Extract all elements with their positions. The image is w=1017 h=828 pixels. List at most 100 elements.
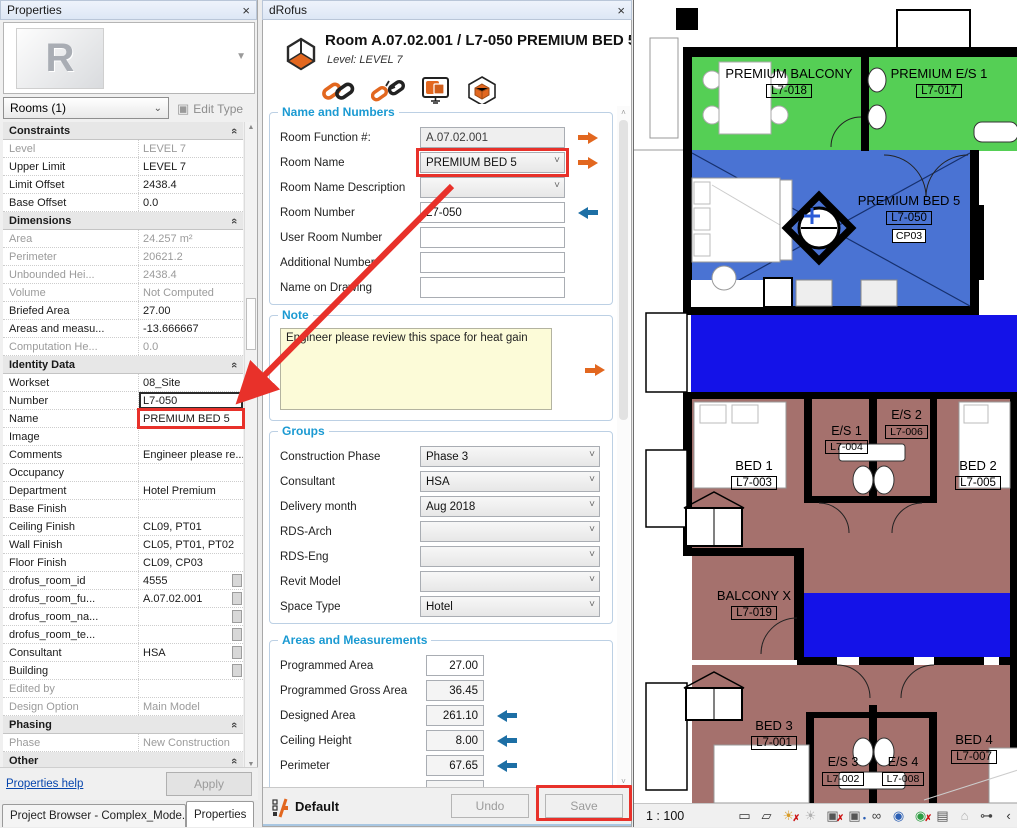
unlink-room-icon[interactable] bbox=[371, 78, 405, 104]
properties-scrollbar[interactable]: ▲ ▼ bbox=[244, 122, 257, 770]
property-row[interactable]: Identity Data bbox=[3, 356, 243, 374]
field-input[interactable]: PREMIUM BED 5 bbox=[420, 152, 565, 173]
property-row[interactable]: Phasing bbox=[3, 716, 243, 734]
property-value[interactable]: LEVEL 7 bbox=[139, 140, 243, 157]
shadows-icon[interactable]: ☀ bbox=[801, 806, 820, 825]
field-dropdown[interactable]: HSA bbox=[420, 471, 600, 492]
apply-button[interactable]: Apply bbox=[166, 772, 252, 796]
detail-level-icon[interactable]: ▭ bbox=[735, 806, 754, 825]
property-value[interactable]: 20621.2 bbox=[139, 248, 243, 265]
field-input[interactable]: 67.65 bbox=[426, 755, 484, 776]
property-row[interactable]: Level LEVEL 7 bbox=[3, 140, 243, 158]
property-value[interactable] bbox=[139, 428, 243, 445]
property-row-button[interactable] bbox=[232, 592, 242, 605]
sync-arrow-icon[interactable] bbox=[496, 710, 518, 722]
field-input[interactable] bbox=[420, 177, 565, 198]
property-value[interactable]: Engineer please re... bbox=[139, 446, 243, 463]
sync-arrow-icon[interactable] bbox=[584, 364, 606, 376]
property-row[interactable]: Volume Not Computed bbox=[3, 284, 243, 302]
field-input[interactable]: L7-050 bbox=[420, 202, 565, 223]
property-value[interactable]: 24.257 m² bbox=[139, 230, 243, 247]
field-input[interactable]: 8.00 bbox=[426, 730, 484, 751]
property-value[interactable] bbox=[139, 464, 243, 481]
property-value[interactable]: 2438.4 bbox=[139, 266, 243, 283]
close-icon[interactable]: × bbox=[242, 3, 250, 18]
property-row[interactable]: Dimensions bbox=[3, 212, 243, 230]
link-room-icon[interactable] bbox=[321, 78, 355, 104]
show-in-model-icon[interactable] bbox=[467, 76, 497, 104]
analytical-model-icon[interactable]: ◉ ✗ bbox=[911, 806, 930, 825]
scrollbar-thumb[interactable] bbox=[246, 298, 256, 350]
property-row[interactable]: drofus_room_te... bbox=[3, 626, 243, 644]
property-row-button[interactable] bbox=[232, 646, 242, 659]
property-row-button[interactable] bbox=[232, 610, 242, 623]
edit-type-button[interactable]: ▣ Edit Type bbox=[177, 97, 243, 120]
floor-plan-view[interactable]: PREMIUM BALCONY L7-018 PREMIUM E/S 1 L7-… bbox=[633, 0, 1017, 827]
scale-button[interactable]: 1 : 100 bbox=[646, 809, 684, 823]
property-value[interactable]: 2438.4 bbox=[139, 176, 243, 193]
displacement-sets-icon[interactable]: ⌂ bbox=[955, 806, 974, 825]
property-value[interactable]: LEVEL 7 bbox=[139, 158, 243, 175]
property-value[interactable]: 08_Site bbox=[139, 374, 243, 391]
property-value[interactable]: CL05, PT01, PT02 bbox=[139, 536, 243, 553]
property-value[interactable]: 0.0 bbox=[139, 194, 243, 211]
panel-tab[interactable]: Project Browser - Complex_Mode... bbox=[2, 804, 186, 827]
property-row[interactable]: Occupancy bbox=[3, 464, 243, 482]
scrollbar-thumb[interactable] bbox=[619, 120, 628, 420]
save-button[interactable]: Save bbox=[545, 794, 623, 818]
property-row[interactable]: Edited by bbox=[3, 680, 243, 698]
property-row[interactable]: Number L7-050 bbox=[3, 392, 243, 410]
field-input[interactable] bbox=[420, 227, 565, 248]
property-row[interactable]: Wall Finish CL05, PT01, PT02 bbox=[3, 536, 243, 554]
property-row[interactable]: Floor Finish CL09, CP03 bbox=[3, 554, 243, 572]
property-value[interactable]: Hotel Premium bbox=[139, 482, 243, 499]
property-value[interactable]: CL09, PT01 bbox=[139, 518, 243, 535]
scroll-down-icon[interactable]: ˅ bbox=[617, 777, 630, 786]
property-row[interactable]: Limit Offset 2438.4 bbox=[3, 176, 243, 194]
panel-tab[interactable]: Properties bbox=[186, 801, 254, 827]
scroll-up-icon[interactable]: ˄ bbox=[617, 108, 630, 117]
sync-arrow-icon[interactable] bbox=[577, 207, 599, 219]
undo-button[interactable]: Undo bbox=[451, 794, 529, 818]
sync-arrow-icon[interactable] bbox=[577, 132, 599, 144]
field-dropdown[interactable] bbox=[420, 571, 600, 592]
field-input[interactable] bbox=[420, 277, 565, 298]
property-row[interactable]: Workset 08_Site bbox=[3, 374, 243, 392]
field-input[interactable]: 261.10 bbox=[426, 705, 484, 726]
reveal-constraints-icon[interactable]: ⊶ bbox=[977, 806, 996, 825]
property-value[interactable]: Not Computed bbox=[139, 284, 243, 301]
property-row[interactable]: Constraints bbox=[3, 122, 243, 140]
property-row[interactable]: Building bbox=[3, 662, 243, 680]
property-row[interactable]: Name PREMIUM BED 5 bbox=[3, 410, 243, 428]
field-input[interactable] bbox=[420, 252, 565, 273]
property-value[interactable] bbox=[139, 662, 232, 679]
property-row-button[interactable] bbox=[232, 574, 242, 587]
collapse-icon[interactable]: ‹ bbox=[999, 806, 1017, 825]
chevron-down-icon[interactable]: ▼ bbox=[236, 51, 246, 62]
property-row[interactable]: Image bbox=[3, 428, 243, 446]
show-crop-region-icon[interactable]: ▣ • bbox=[845, 806, 864, 825]
property-row[interactable]: Computation He... 0.0 bbox=[3, 338, 243, 356]
field-input[interactable]: 36.45 bbox=[426, 680, 484, 701]
scroll-up-icon[interactable]: ▲ bbox=[245, 124, 257, 131]
property-row[interactable]: Phase New Construction bbox=[3, 734, 243, 752]
property-row[interactable]: Consultant HSA bbox=[3, 644, 243, 662]
field-dropdown[interactable]: Phase 3 bbox=[420, 446, 600, 467]
properties-help-link[interactable]: Properties help bbox=[6, 778, 83, 790]
property-row[interactable]: Base Finish bbox=[3, 500, 243, 518]
property-row[interactable]: Base Offset 0.0 bbox=[3, 194, 243, 212]
property-row[interactable]: drofus_room_fu... A.07.02.001 bbox=[3, 590, 243, 608]
property-row-button[interactable] bbox=[232, 628, 242, 641]
property-row[interactable]: drofus_room_id 4555 bbox=[3, 572, 243, 590]
field-dropdown[interactable]: Aug 2018 bbox=[420, 496, 600, 517]
property-value[interactable]: A.07.02.001 bbox=[139, 590, 232, 607]
property-row[interactable]: Area 24.257 m² bbox=[3, 230, 243, 248]
property-row[interactable]: Unbounded Hei... 2438.4 bbox=[3, 266, 243, 284]
properties-titlebar[interactable]: Properties × bbox=[0, 0, 257, 20]
crop-view-icon[interactable]: ▣ ✗ bbox=[823, 806, 842, 825]
close-icon[interactable]: × bbox=[617, 3, 625, 18]
property-value[interactable]: Main Model bbox=[139, 698, 243, 715]
property-value[interactable]: HSA bbox=[139, 644, 232, 661]
reveal-hidden-elements-icon[interactable]: ◉ bbox=[889, 806, 908, 825]
property-row[interactable]: Comments Engineer please re... bbox=[3, 446, 243, 464]
